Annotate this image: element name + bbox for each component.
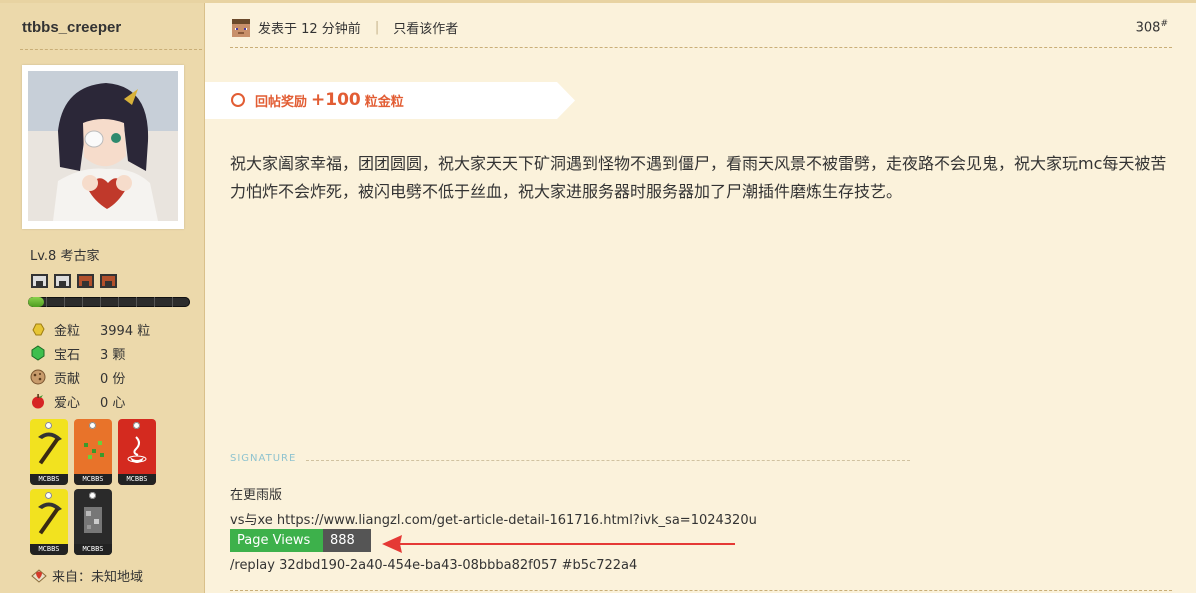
stat-contribution: 贡献 0 份 bbox=[30, 365, 150, 389]
location-pin-icon bbox=[31, 568, 47, 583]
page-views-label: Page Views bbox=[230, 529, 323, 552]
stat-label: 金粒 bbox=[54, 323, 81, 339]
reward-text: 回帖奖励 +100 粒金粒 bbox=[231, 90, 404, 110]
header-divider bbox=[230, 47, 1172, 48]
leather-helmet-icon bbox=[100, 274, 117, 288]
medal-label: MCBBS bbox=[74, 544, 112, 555]
medal-label: MCBBS bbox=[30, 474, 68, 485]
post-header: 发表于 12 分钟前 | 只看该作者 308# bbox=[232, 16, 1172, 40]
avatar[interactable] bbox=[22, 65, 184, 229]
signature-label: SIGNATURE bbox=[230, 453, 297, 464]
signature-line: /replay 32dbd190-2a40-454e-ba43-08bbba82… bbox=[230, 558, 638, 573]
stat-love: 爱心 0 心 bbox=[30, 389, 150, 413]
red-arrow-annotation bbox=[382, 535, 735, 553]
username-link[interactable]: ttbbs_creeper bbox=[22, 19, 121, 36]
medal-label: MCBBS bbox=[30, 544, 68, 555]
signature-link[interactable]: vs与xe https://www.liangzl.com/get-articl… bbox=[230, 509, 757, 528]
reply-reward-banner: 回帖奖励 +100 粒金粒 bbox=[205, 82, 575, 119]
xp-progress-bar bbox=[28, 297, 190, 307]
signature-line: 在更雨版 bbox=[230, 488, 283, 503]
stat-gold: 金粒 3994 粒 bbox=[30, 317, 150, 341]
sidebar-divider bbox=[20, 49, 202, 50]
cookie-icon bbox=[30, 369, 46, 385]
user-location: 来自：未知地域 bbox=[30, 566, 143, 585]
reward-amount: +100 bbox=[311, 90, 361, 110]
stat-value: 3994 粒 bbox=[100, 323, 151, 339]
reward-suffix: 粒金粒 bbox=[364, 94, 404, 110]
user-location-text: 来自：未知地域 bbox=[52, 570, 144, 585]
user-stats: 金粒 3994 粒 宝石 3 颗 贡献 0 份 爱心 0 心 bbox=[30, 317, 150, 413]
medal-seeds[interactable]: MCBBS bbox=[74, 419, 112, 485]
level-hats bbox=[30, 271, 118, 290]
xp-progress-fill bbox=[28, 297, 45, 307]
stat-value: 0 心 bbox=[100, 395, 126, 411]
user-sidebar: ttbbs_creeper Lv.8 考古家 金粒 3994 粒 宝石 3 颗 … bbox=[0, 3, 205, 593]
medal-java[interactable]: MCBBS bbox=[118, 419, 156, 485]
apple-icon bbox=[32, 394, 44, 409]
medal-ore[interactable]: MCBBS bbox=[74, 489, 112, 555]
reward-prefix: 回帖奖励 bbox=[255, 94, 308, 110]
iron-helmet-icon bbox=[54, 274, 71, 288]
meta-divider: | bbox=[374, 20, 380, 35]
page-views-value: 888 bbox=[323, 529, 371, 552]
stat-label: 爱心 bbox=[54, 395, 81, 411]
iron-helmet-icon bbox=[31, 274, 48, 288]
leather-helmet-icon bbox=[77, 274, 94, 288]
floor-value: 308 bbox=[1135, 20, 1161, 36]
post-time: 发表于 12 分钟前 bbox=[258, 22, 361, 37]
avatar-image[interactable] bbox=[28, 71, 178, 221]
footer-divider bbox=[230, 590, 1172, 591]
stat-label: 宝石 bbox=[54, 347, 81, 363]
circle-icon bbox=[231, 93, 245, 107]
page-views-badge: Page Views 888 bbox=[230, 529, 371, 552]
floor-mark: # bbox=[1160, 19, 1168, 29]
stat-gems: 宝石 3 颗 bbox=[30, 341, 150, 365]
user-level: Lv.8 考古家 bbox=[30, 249, 100, 264]
author-only-link[interactable]: 只看该作者 bbox=[393, 18, 458, 37]
stat-value: 0 份 bbox=[100, 371, 126, 387]
emerald-icon bbox=[31, 345, 45, 361]
medal-label: MCBBS bbox=[118, 474, 156, 485]
medal-label: MCBBS bbox=[74, 474, 112, 485]
gold-nugget-icon bbox=[32, 323, 45, 336]
stat-label: 贡献 bbox=[54, 371, 81, 387]
post-meta: 发表于 12 分钟前 | 只看该作者 bbox=[232, 18, 458, 37]
floor-number[interactable]: 308# bbox=[1136, 19, 1168, 35]
steve-head-icon bbox=[232, 18, 250, 37]
medal-pickaxe[interactable]: MCBBS bbox=[30, 489, 68, 555]
post-content: 祝大家阖家幸福，团团圆圆，祝大家天天下矿洞遇到怪物不遇到僵尸，看雨天风景不被雷劈… bbox=[230, 154, 1167, 201]
medal-pickaxe[interactable]: MCBBS bbox=[30, 419, 68, 485]
signature-divider bbox=[306, 460, 910, 461]
stat-value: 3 颗 bbox=[100, 347, 126, 363]
